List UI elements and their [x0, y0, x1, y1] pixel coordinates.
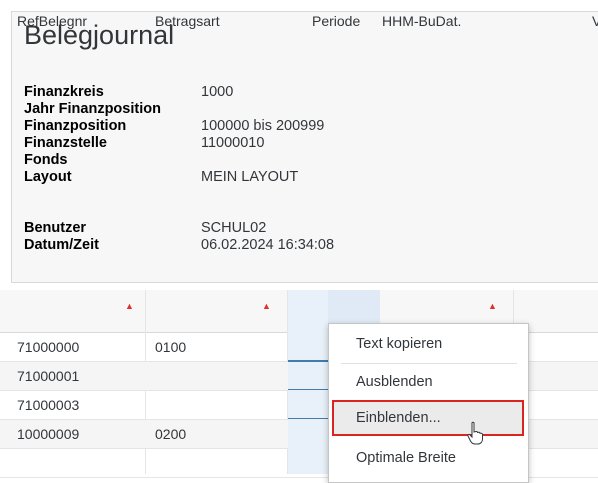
header-panel: Belegjournal Finanzkreis 1000 Jahr Finan…	[11, 11, 598, 283]
column-header-label: RefBelegnr	[17, 13, 88, 29]
field-label: Layout	[24, 169, 72, 185]
menu-item-optimale-breite[interactable]: Optimale Breite	[329, 440, 528, 476]
field-label: Datum/Zeit	[24, 237, 99, 253]
column-header-betragsart[interactable]: Betragsart	[155, 0, 220, 43]
field-value: SCHUL02	[201, 220, 267, 236]
periode-column-cells	[288, 333, 328, 474]
menu-item-text-kopieren[interactable]: Text kopieren	[329, 326, 528, 362]
field-value: 100000 bis 200999	[201, 118, 325, 134]
field-value: MEIN LAYOUT	[201, 169, 299, 185]
sort-ascending-icon: ▲	[262, 301, 271, 311]
field-label: Benutzer	[24, 220, 87, 236]
column-header-label: Betragsart	[155, 13, 220, 29]
column-header-periode[interactable]: Periode	[312, 0, 360, 43]
column-header-label: V	[592, 13, 598, 29]
field-value: 06.02.2024 16:34:08	[201, 237, 335, 253]
row-focus-line	[288, 418, 328, 419]
context-menu: Text kopieren Ausblenden Einblenden... O…	[328, 323, 529, 483]
column-header-v[interactable]: V	[592, 0, 598, 43]
menu-item-ausblenden[interactable]: Ausblenden	[329, 364, 528, 400]
field-label: Finanzstelle	[24, 135, 107, 151]
cell-refbelegnr: 10000009	[17, 426, 80, 442]
column-header-hhm-budat[interactable]: HHM-BuDat.	[382, 0, 461, 43]
field-label: Fonds	[24, 152, 68, 168]
cell-refbelegnr: 71000003	[17, 397, 80, 413]
row-focus-line	[288, 389, 328, 390]
column-header-label: Periode	[312, 13, 361, 29]
cell-refbelegnr: 71000001	[17, 368, 80, 384]
mouse-pointer-icon	[467, 421, 483, 445]
cell-betragsart: 0200	[155, 426, 187, 442]
field-label: Finanzposition	[24, 118, 127, 134]
field-label: Finanzkreis	[24, 84, 104, 100]
cell-refbelegnr: 71000000	[17, 339, 80, 355]
sort-ascending-icon: ▲	[488, 301, 497, 311]
field-value: 1000	[201, 84, 234, 100]
column-header-label: HHM-BuDat.	[382, 13, 462, 29]
field-value: 11000010	[201, 135, 265, 151]
field-label: Jahr Finanzposition	[24, 101, 161, 117]
menu-item-einblenden[interactable]: Einblenden...	[332, 400, 524, 436]
sort-ascending-icon: ▲	[125, 301, 134, 311]
cell-betragsart: 0100	[155, 339, 187, 355]
column-header-refbelegnr[interactable]: RefBelegnr	[17, 0, 87, 43]
row-focus-line	[288, 360, 328, 362]
